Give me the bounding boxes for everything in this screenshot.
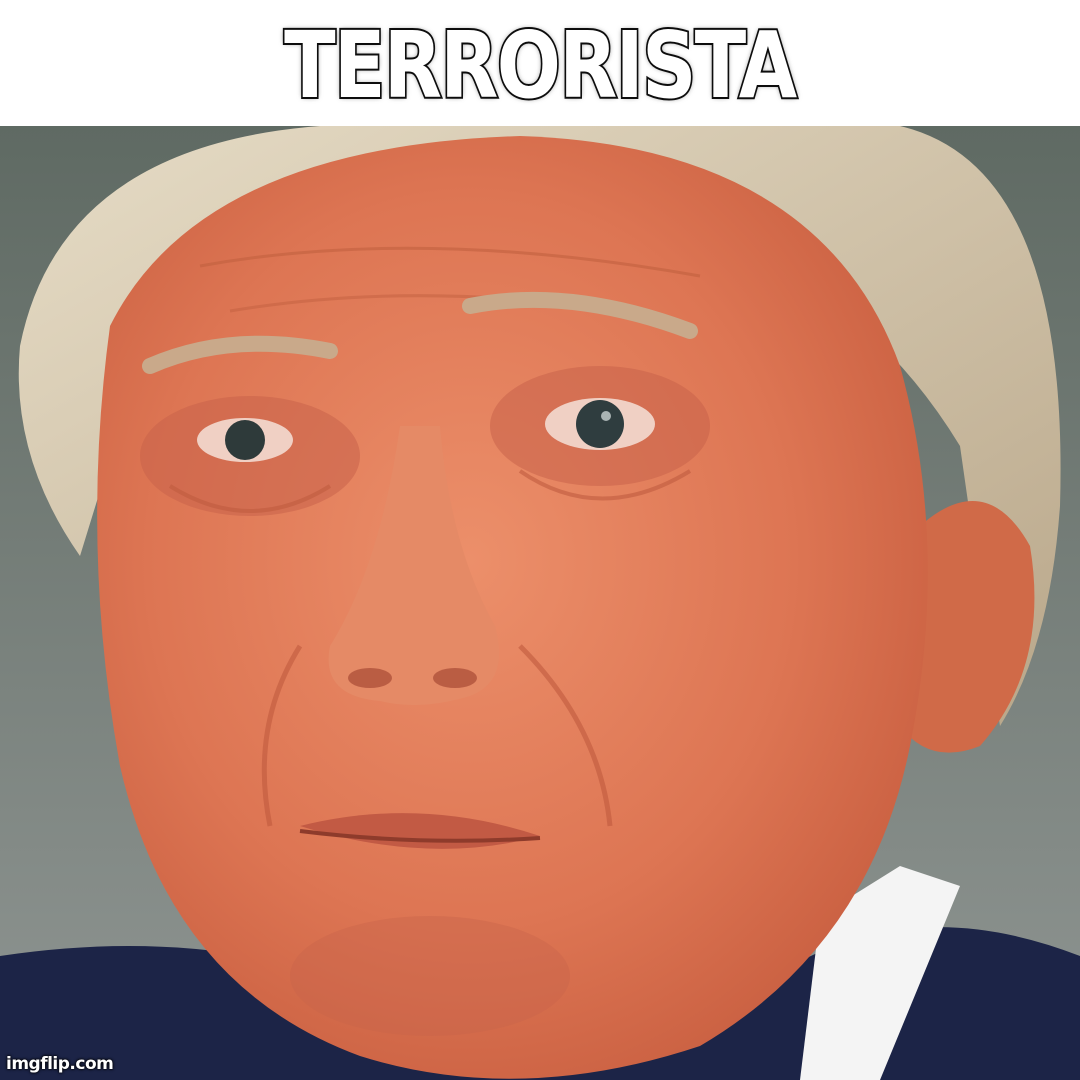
- imgflip-watermark: imgflip.com: [6, 1054, 114, 1074]
- face-photo-illustration: [0, 126, 1080, 1080]
- meme-caption: TERRORISTA: [283, 12, 799, 119]
- caption-bar: TERRORISTA: [0, 0, 1080, 126]
- meme-photo: [0, 126, 1080, 1080]
